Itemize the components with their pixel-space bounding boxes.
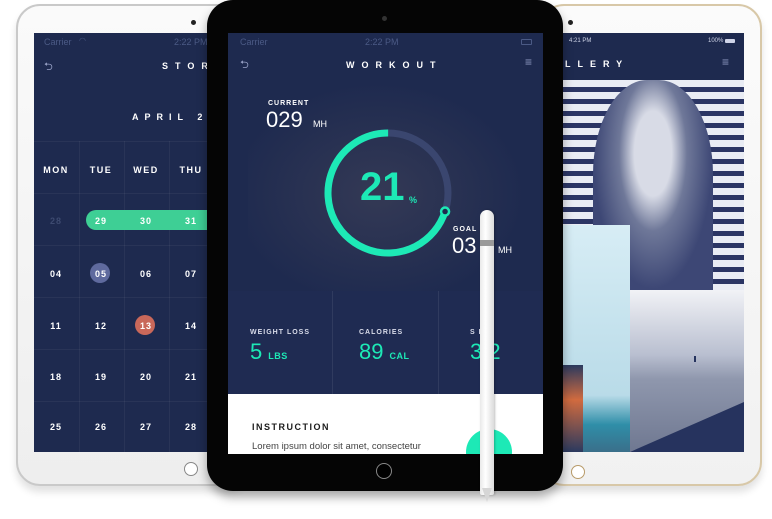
beach-person <box>694 356 696 362</box>
back-arrow-icon[interactable]: ⮌ <box>44 58 53 77</box>
goal-label: GOAL <box>453 226 478 233</box>
hamburger-menu-icon[interactable]: ≡ <box>525 55 532 69</box>
calendar-day[interactable]: 20 <box>124 372 168 382</box>
grid-line <box>169 141 170 452</box>
grid-line <box>34 297 219 298</box>
stat-value: 5 LBS <box>250 339 288 365</box>
wifi-icon: ◠ <box>79 36 86 45</box>
calendar-day[interactable]: 05 <box>79 269 123 279</box>
grid-line <box>34 193 219 194</box>
camera-icon <box>382 16 387 21</box>
calendar-day[interactable]: 25 <box>34 422 78 432</box>
month-label: APRIL 2 <box>132 112 209 122</box>
calendar-day[interactable]: 04 <box>34 269 78 279</box>
workout-screen: Carrier 2:22 PM ⮌ WORKOUT ≡ CURRENT 029 … <box>228 33 543 454</box>
instruction-title: INSTRUCTION <box>252 422 330 432</box>
gallery-photo-sky[interactable] <box>555 225 630 452</box>
progress-value: 21 <box>360 165 405 209</box>
stylus-band <box>480 240 494 246</box>
stat-label: CALORIES <box>359 329 404 336</box>
status-time: 4:21 PM <box>569 38 592 44</box>
stat-number: 5 <box>250 339 263 364</box>
gallery-screen: 4:21 PM 100% LLERY ≡ <box>555 33 744 452</box>
stylus-tip <box>482 488 492 502</box>
stat-value: 89 CAL <box>359 339 409 365</box>
center-home-button[interactable] <box>376 463 392 479</box>
calendar-day[interactable]: 30 <box>124 216 168 226</box>
right-home-button[interactable] <box>571 465 585 479</box>
calendar-screen: Carrier ◠ 2:22 PM ⮌ STOR APRIL 2 MON TUE… <box>34 33 219 452</box>
day-name: MON <box>43 165 69 175</box>
day-name: WED <box>133 165 159 175</box>
stat-label: WEIGHT LOSS <box>250 329 310 336</box>
stats-panel: WEIGHT LOSS 5LBS CALORIES 89CAL S RE 3 2 <box>228 291 543 394</box>
camera-icon <box>191 20 196 25</box>
battery-label: 100% <box>708 38 724 44</box>
calendar-day[interactable]: 13 <box>124 321 168 331</box>
page-title: LLERY <box>565 59 630 69</box>
progress-handle[interactable] <box>439 206 451 217</box>
status-time: 2:22 PM <box>174 37 208 47</box>
calendar-day[interactable]: 27 <box>124 422 168 432</box>
stat-number: 89 <box>359 339 384 364</box>
instruction-card: INSTRUCTION Lorem ipsum dolor sit amet, … <box>228 394 543 454</box>
gallery-photo-beach[interactable] <box>630 290 744 452</box>
status-time: 2:22 PM <box>365 37 399 47</box>
goal-value: 03 <box>452 233 477 258</box>
grid-line <box>34 245 219 246</box>
calendar-day[interactable]: 19 <box>79 372 123 382</box>
calendar-day[interactable]: 18 <box>34 372 78 382</box>
grid-line <box>124 141 125 452</box>
grid-line <box>79 141 80 452</box>
calendar-day[interactable]: 12 <box>79 321 123 331</box>
stylus-pencil <box>480 210 494 495</box>
instruction-text: Lorem ipsum dolor sit amet, consectetur <box>252 441 421 452</box>
calendar-day[interactable]: 26 <box>79 422 123 432</box>
progress-unit: % <box>409 195 418 205</box>
camera-icon <box>568 20 573 25</box>
beach-shadow <box>630 402 744 452</box>
goal-unit: MH <box>498 245 512 255</box>
grid-line <box>34 141 219 142</box>
day-name: TUE <box>89 165 113 175</box>
calendar-day[interactable]: 06 <box>124 269 168 279</box>
stat-unit: LBS <box>268 351 288 361</box>
current-label: CURRENT <box>268 100 310 107</box>
battery-icon <box>521 39 532 45</box>
grid-line <box>34 401 219 402</box>
calendar-day[interactable]: 28 <box>34 216 78 226</box>
current-value: 029 <box>266 107 303 132</box>
calendar-day[interactable]: 29 <box>79 216 123 226</box>
divider <box>438 291 439 394</box>
battery-icon <box>725 39 735 43</box>
back-arrow-icon[interactable]: ⮌ <box>240 56 249 75</box>
page-title: WORKOUT <box>346 60 443 70</box>
carrier-label: Carrier <box>240 37 268 47</box>
carrier-label: Carrier <box>44 37 72 47</box>
left-home-button[interactable] <box>184 462 198 476</box>
stat-unit: CAL <box>389 351 410 361</box>
divider <box>332 291 333 394</box>
calendar-day[interactable]: 11 <box>34 321 78 331</box>
hamburger-menu-icon[interactable]: ≡ <box>722 55 729 69</box>
grid-line <box>34 349 219 350</box>
